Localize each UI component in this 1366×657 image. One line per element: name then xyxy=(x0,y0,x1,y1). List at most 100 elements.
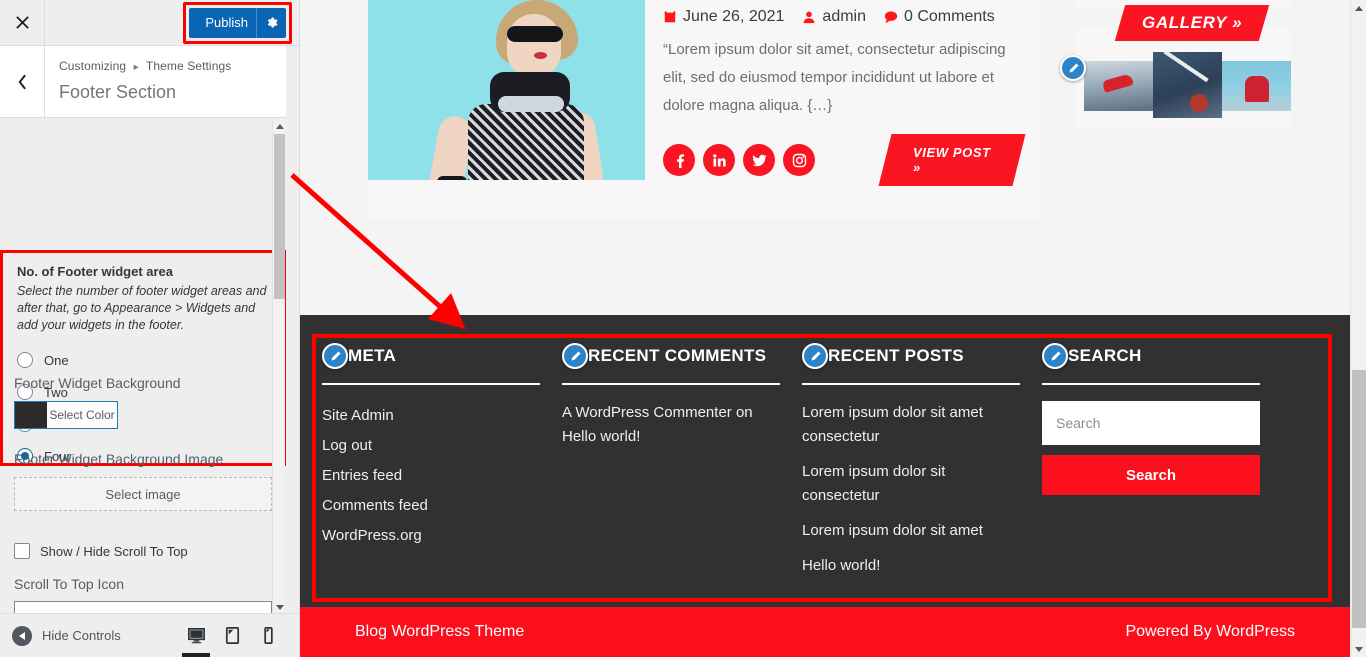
footer-widget-recent-comments-title: RECENT COMMENTS xyxy=(588,346,767,365)
footer-widget-count-control: No. of Footer widget area Select the num… xyxy=(0,250,286,466)
list-item[interactable]: Lorem ipsum dolor sit amet xyxy=(802,519,1027,543)
post-date-label: June 26, 2021 xyxy=(683,8,785,25)
post-meta: June 26, 2021 admin 0 Comments xyxy=(663,8,1019,26)
customizer-topbar: Publish xyxy=(0,0,299,46)
gallery-ribbon[interactable]: GALLERY » xyxy=(1114,5,1270,41)
publish-button[interactable]: Publish xyxy=(189,7,286,38)
edit-pencil-icon[interactable] xyxy=(562,343,588,369)
scrollbar-down-arrow-icon[interactable] xyxy=(273,600,286,614)
footer-widget-recent-posts-title: RECENT POSTS xyxy=(828,346,964,365)
checkbox-icon[interactable] xyxy=(14,543,30,559)
linkedin-icon[interactable] xyxy=(703,144,735,176)
post-comments: 0 Comments xyxy=(884,8,995,26)
recent-comment-item[interactable]: A WordPress Commenter on Hello world! xyxy=(562,401,784,449)
gallery-thumbnails xyxy=(1084,52,1291,118)
scrollbar-up-arrow-icon[interactable] xyxy=(273,119,286,133)
search-button[interactable]: Search xyxy=(1042,455,1260,495)
hide-controls-button[interactable]: Hide Controls xyxy=(0,625,121,646)
footer-widget-columns: META Site Admin Log out Entries feed Com… xyxy=(322,339,1322,589)
edit-pencil-icon[interactable] xyxy=(1042,343,1068,369)
color-picker-label: Select Color xyxy=(49,408,115,422)
preview-scrollbar[interactable] xyxy=(1350,0,1366,657)
footer-widget-meta-title: META xyxy=(348,346,397,365)
footer-widget-recent-posts-header: RECENT POSTS xyxy=(802,339,1042,373)
list-item[interactable]: Entries feed xyxy=(322,461,562,491)
gear-icon[interactable] xyxy=(256,7,286,38)
scroll-to-top-icon-label: Scroll To Top Icon xyxy=(14,576,124,592)
mobile-icon[interactable] xyxy=(250,614,286,657)
divider xyxy=(322,383,540,385)
post-excerpt: “Lorem ipsum dolor sit amet, consectetur… xyxy=(663,41,1006,114)
desktop-icon[interactable] xyxy=(178,614,214,657)
publish-button-label: Publish xyxy=(205,15,248,30)
footer-powered-by: Powered By WordPress xyxy=(1125,623,1295,640)
scrollbar-up-arrow-icon[interactable] xyxy=(1351,0,1366,16)
gallery-thumbnail[interactable] xyxy=(1222,61,1291,111)
gallery-thumbnail[interactable] xyxy=(1084,61,1153,111)
page-title: Footer Section xyxy=(59,82,177,102)
radio-option-one[interactable]: One xyxy=(17,344,271,376)
list-item[interactable]: Log out xyxy=(322,431,562,461)
footer-widget-search-header: SEARCH xyxy=(1042,339,1282,373)
view-post-label: VIEW POST » xyxy=(913,145,991,175)
divider xyxy=(802,383,1020,385)
divider xyxy=(1042,383,1260,385)
list-item[interactable]: WordPress.org xyxy=(322,521,562,551)
customizer-titles: Customizing ▸ Theme Settings Footer Sect… xyxy=(45,46,231,117)
radio-label-one: One xyxy=(44,352,69,368)
instagram-icon[interactable] xyxy=(783,144,815,176)
gallery-thumbnail[interactable] xyxy=(1153,52,1222,118)
view-post-button[interactable]: VIEW POST » xyxy=(878,134,1026,186)
post-footer: VIEW POST » xyxy=(663,134,1026,186)
customizer-sidebar: Publish Customizing ▸ Theme Settings Foo… xyxy=(0,0,300,657)
scroll-to-top-toggle-control: Show / Hide Scroll To Top xyxy=(0,527,286,559)
scroll-to-top-checkbox-row[interactable]: Show / Hide Scroll To Top xyxy=(14,543,272,559)
sidebar-scrollbar[interactable] xyxy=(272,119,285,614)
search-input[interactable] xyxy=(1042,401,1260,445)
radio-icon-one[interactable] xyxy=(17,352,33,368)
color-picker-button[interactable]: Select Color xyxy=(14,401,118,429)
post-author: admin xyxy=(802,8,866,26)
footer-widget-search: SEARCH Search xyxy=(1042,339,1282,589)
device-preview-group xyxy=(178,614,299,657)
footer-widget-meta-header: META xyxy=(322,339,562,373)
post-featured-image xyxy=(368,0,645,180)
scrollbar-thumb[interactable] xyxy=(274,134,285,299)
edit-pencil-icon[interactable] xyxy=(802,343,828,369)
back-button[interactable] xyxy=(0,46,45,117)
social-links xyxy=(663,144,815,176)
blog-post-card: June 26, 2021 admin 0 Comments “Lorem ip… xyxy=(368,0,1041,218)
list-item[interactable]: Site Admin xyxy=(322,401,562,431)
scroll-to-top-checkbox-label: Show / Hide Scroll To Top xyxy=(40,543,188,559)
close-icon[interactable] xyxy=(0,0,45,45)
edit-pencil-icon[interactable] xyxy=(1060,55,1086,81)
customizer-controls-pane: No. of Footer widget area Select the num… xyxy=(0,119,286,614)
hide-controls-label: Hide Controls xyxy=(42,628,121,643)
post-date: June 26, 2021 xyxy=(663,8,784,26)
gallery-edit-pencil[interactable] xyxy=(1060,55,1086,81)
twitter-icon[interactable] xyxy=(743,144,775,176)
post-comments-label: 0 Comments xyxy=(904,8,995,25)
breadcrumb: Customizing ▸ Theme Settings xyxy=(59,58,231,76)
list-item[interactable]: Hello world! xyxy=(802,554,1027,578)
footer-widget-count-label: No. of Footer widget area xyxy=(17,264,174,279)
customizer-header: Customizing ▸ Theme Settings Footer Sect… xyxy=(0,46,286,118)
footer-widget-recent-comments: RECENT COMMENTS A WordPress Commenter on… xyxy=(562,339,802,589)
breadcrumb-root[interactable]: Customizing xyxy=(59,59,126,73)
scrollbar-thumb[interactable] xyxy=(1352,370,1366,628)
footer-widget-count-inner: No. of Footer widget area Select the num… xyxy=(3,253,285,472)
list-item[interactable]: Lorem ipsum dolor sit amet consectetur xyxy=(802,401,1027,449)
color-swatch xyxy=(15,402,47,428)
list-item[interactable]: Lorem ipsum dolor sit consectetur xyxy=(802,460,1027,508)
edit-pencil-icon[interactable] xyxy=(322,343,348,369)
collapse-arrow-icon xyxy=(12,625,32,646)
list-item[interactable]: Comments feed xyxy=(322,491,562,521)
publish-highlight-box: Publish xyxy=(183,1,292,44)
facebook-icon[interactable] xyxy=(663,144,695,176)
select-image-button[interactable]: Select image xyxy=(14,477,272,511)
scrollbar-down-arrow-icon[interactable] xyxy=(1351,641,1366,657)
tablet-icon[interactable] xyxy=(214,614,250,657)
breadcrumb-parent[interactable]: Theme Settings xyxy=(146,59,231,73)
select-image-label: Select image xyxy=(105,486,181,502)
footer-widget-count-description: Select the number of footer widget areas… xyxy=(17,284,267,332)
